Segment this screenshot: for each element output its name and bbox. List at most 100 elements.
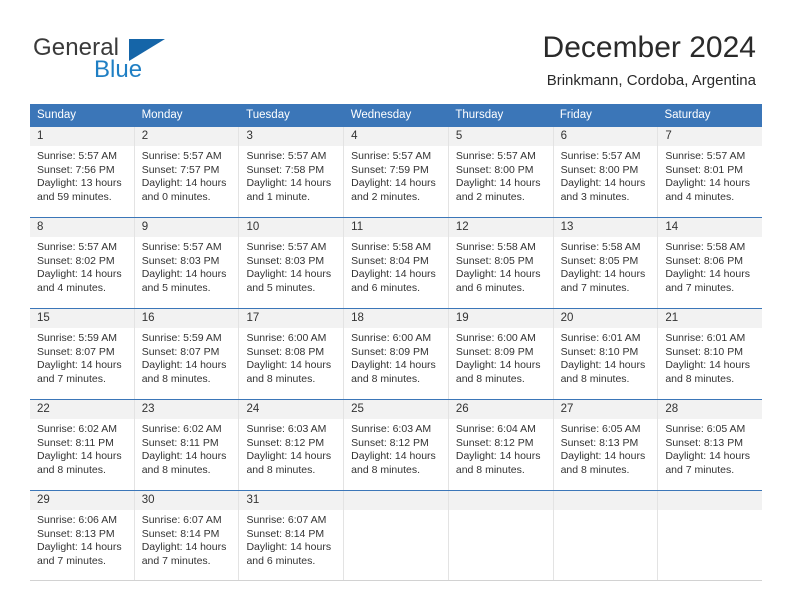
day-cell[interactable]: 10 Sunrise: 5:57 AM Sunset: 8:03 PM Dayl… (239, 218, 345, 308)
day-cell[interactable]: 17 Sunrise: 6:00 AM Sunset: 8:08 PM Dayl… (239, 309, 345, 399)
day-cell[interactable]: 7 Sunrise: 5:57 AM Sunset: 8:01 PM Dayli… (658, 127, 763, 217)
daylight-text-line2: and 8 minutes. (246, 463, 316, 476)
day-number (553, 491, 658, 510)
day-cell[interactable]: 6 Sunrise: 5:57 AM Sunset: 8:00 PM Dayli… (553, 127, 659, 217)
day-details: Sunrise: 6:05 AM Sunset: 8:13 PM Dayligh… (658, 419, 762, 477)
day-details: Sunrise: 6:04 AM Sunset: 8:12 PM Dayligh… (449, 419, 553, 477)
day-cell[interactable]: 21 Sunrise: 6:01 AM Sunset: 8:10 PM Dayl… (658, 309, 763, 399)
day-cell[interactable]: 2 Sunrise: 5:57 AM Sunset: 7:57 PM Dayli… (134, 127, 240, 217)
weekday-tuesday: Tuesday (246, 109, 290, 121)
day-cell[interactable]: 27 Sunrise: 6:05 AM Sunset: 8:13 PM Dayl… (553, 400, 659, 490)
day-details: Sunrise: 5:57 AM Sunset: 8:00 PM Dayligh… (449, 146, 553, 204)
generalblue-logo[interactable]: General Blue (33, 36, 213, 88)
sunset-text: Sunset: 8:09 PM (455, 345, 534, 358)
day-cell[interactable]: 28 Sunrise: 6:05 AM Sunset: 8:13 PM Dayl… (658, 400, 763, 490)
day-number: 24 (239, 400, 344, 419)
day-cell[interactable]: 23 Sunrise: 6:02 AM Sunset: 8:11 PM Dayl… (134, 400, 240, 490)
daylight-text-line2: and 8 minutes. (560, 372, 630, 385)
day-cell[interactable]: 9 Sunrise: 5:57 AM Sunset: 8:03 PM Dayli… (134, 218, 240, 308)
sunrise-text: Sunrise: 6:04 AM (455, 423, 536, 435)
sunrise-text: Sunrise: 6:01 AM (665, 332, 746, 344)
sunrise-text: Sunrise: 5:57 AM (665, 150, 746, 162)
day-cell[interactable]: 30 Sunrise: 6:07 AM Sunset: 8:14 PM Dayl… (134, 491, 240, 580)
sunset-text: Sunset: 8:09 PM (351, 345, 429, 358)
sunrise-text: Sunrise: 5:59 AM (37, 332, 117, 344)
daylight-text-line1: Daylight: 14 hours (246, 450, 332, 463)
day-number: 6 (553, 127, 658, 146)
day-cell[interactable]: 3 Sunrise: 5:57 AM Sunset: 7:58 PM Dayli… (239, 127, 345, 217)
day-number: 3 (239, 127, 344, 146)
day-cell[interactable]: 24 Sunrise: 6:03 AM Sunset: 8:12 PM Dayl… (239, 400, 345, 490)
sunset-text: Sunset: 8:03 PM (141, 254, 220, 267)
daylight-text-line2: and 7 minutes. (665, 463, 735, 476)
day-cell[interactable]: 25 Sunrise: 6:03 AM Sunset: 8:12 PM Dayl… (344, 400, 449, 490)
daylight-text-line2: and 8 minutes. (351, 463, 421, 476)
day-cell[interactable]: 20 Sunrise: 6:01 AM Sunset: 8:10 PM Dayl… (553, 309, 659, 399)
day-details: Sunrise: 6:01 AM Sunset: 8:10 PM Dayligh… (658, 328, 762, 386)
day-details: Sunrise: 6:07 AM Sunset: 8:14 PM Dayligh… (135, 510, 239, 568)
day-cell[interactable]: 15 Sunrise: 5:59 AM Sunset: 8:07 PM Dayl… (30, 309, 135, 399)
daylight-text-line1: Daylight: 14 hours (141, 359, 227, 372)
sunrise-text: Sunrise: 5:57 AM (37, 150, 117, 162)
daylight-text-line2: and 8 minutes. (560, 463, 630, 476)
sunrise-text: Sunrise: 6:03 AM (246, 423, 327, 435)
day-details: Sunrise: 5:58 AM Sunset: 8:05 PM Dayligh… (554, 237, 658, 295)
day-number: 11 (344, 218, 448, 237)
daylight-text-line1: Daylight: 14 hours (351, 450, 436, 463)
weekday-saturday: Saturday (664, 109, 711, 121)
sunrise-text: Sunrise: 6:05 AM (560, 423, 641, 435)
day-number: 19 (448, 309, 553, 328)
day-details: Sunrise: 6:06 AM Sunset: 8:13 PM Dayligh… (30, 510, 134, 568)
day-details: Sunrise: 5:59 AM Sunset: 8:07 PM Dayligh… (30, 328, 134, 386)
sunrise-text: Sunrise: 5:57 AM (37, 241, 117, 253)
daylight-text-line1: Daylight: 14 hours (455, 359, 541, 372)
calendar-grid: Sunday Monday Tuesday Wednesday Thursday… (30, 104, 763, 581)
day-number: 1 (30, 127, 134, 146)
page-subtitle: Brinkmann, Cordoba, Argentina (546, 72, 756, 89)
day-cell[interactable]: 18 Sunrise: 6:00 AM Sunset: 8:09 PM Dayl… (344, 309, 449, 399)
sunset-text: Sunset: 8:00 PM (455, 163, 534, 176)
day-cell[interactable]: 16 Sunrise: 5:59 AM Sunset: 8:07 PM Dayl… (134, 309, 240, 399)
day-cell[interactable]: 26 Sunrise: 6:04 AM Sunset: 8:12 PM Dayl… (448, 400, 554, 490)
day-cell[interactable]: 14 Sunrise: 5:58 AM Sunset: 8:06 PM Dayl… (658, 218, 763, 308)
day-cell[interactable]: 12 Sunrise: 5:58 AM Sunset: 8:05 PM Dayl… (448, 218, 554, 308)
day-cell[interactable]: 11 Sunrise: 5:58 AM Sunset: 8:04 PM Dayl… (344, 218, 449, 308)
daylight-text-line1: Daylight: 14 hours (560, 450, 646, 463)
sunrise-text: Sunrise: 6:00 AM (351, 332, 432, 344)
day-cell[interactable]: 22 Sunrise: 6:02 AM Sunset: 8:11 PM Dayl… (30, 400, 135, 490)
daylight-text-line2: and 4 minutes. (37, 281, 106, 294)
daylight-text-line1: Daylight: 14 hours (246, 359, 332, 372)
day-number: 12 (448, 218, 553, 237)
daylight-text-line2: and 8 minutes. (246, 372, 316, 385)
day-number: 9 (134, 218, 239, 237)
day-cell-empty (344, 491, 449, 580)
sunset-text: Sunset: 8:14 PM (141, 527, 220, 540)
week-row: 15 Sunrise: 5:59 AM Sunset: 8:07 PM Dayl… (30, 308, 763, 399)
day-number: 8 (30, 218, 134, 237)
day-cell[interactable]: 5 Sunrise: 5:57 AM Sunset: 8:00 PM Dayli… (448, 127, 554, 217)
daylight-text-line2: and 8 minutes. (141, 463, 211, 476)
day-details: Sunrise: 6:02 AM Sunset: 8:11 PM Dayligh… (135, 419, 239, 477)
day-cell[interactable]: 13 Sunrise: 5:58 AM Sunset: 8:05 PM Dayl… (553, 218, 659, 308)
day-cell[interactable]: 29 Sunrise: 6:06 AM Sunset: 8:13 PM Dayl… (30, 491, 135, 580)
sunrise-text: Sunrise: 5:57 AM (351, 150, 432, 162)
page-title: December 2024 (542, 31, 756, 64)
daylight-text-line2: and 2 minutes. (351, 190, 421, 203)
day-cell[interactable]: 1 Sunrise: 5:57 AM Sunset: 7:56 PM Dayli… (30, 127, 135, 217)
day-cell-empty (553, 491, 659, 580)
day-number (448, 491, 553, 510)
sunset-text: Sunset: 8:14 PM (246, 527, 325, 540)
sunrise-text: Sunrise: 5:58 AM (560, 241, 641, 253)
weekday-monday: Monday (141, 109, 183, 121)
day-cell[interactable]: 8 Sunrise: 5:57 AM Sunset: 8:02 PM Dayli… (30, 218, 135, 308)
day-cell[interactable]: 4 Sunrise: 5:57 AM Sunset: 7:59 PM Dayli… (344, 127, 449, 217)
daylight-text-line1: Daylight: 14 hours (37, 450, 122, 463)
day-cell[interactable]: 19 Sunrise: 6:00 AM Sunset: 8:09 PM Dayl… (448, 309, 554, 399)
day-details: Sunrise: 6:03 AM Sunset: 8:12 PM Dayligh… (239, 419, 343, 477)
sunset-text: Sunset: 8:05 PM (455, 254, 534, 267)
day-details: Sunrise: 6:00 AM Sunset: 8:09 PM Dayligh… (449, 328, 553, 386)
sunrise-text: Sunrise: 6:06 AM (37, 514, 117, 526)
sunset-text: Sunset: 8:02 PM (37, 254, 115, 267)
day-number: 30 (134, 491, 239, 510)
day-cell[interactable]: 31 Sunrise: 6:07 AM Sunset: 8:14 PM Dayl… (239, 491, 345, 580)
